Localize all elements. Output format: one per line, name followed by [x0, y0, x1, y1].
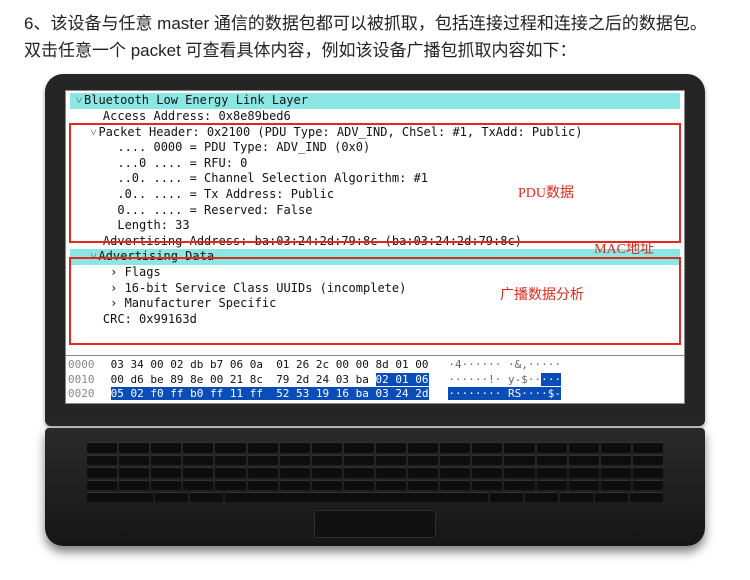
annotation-pdu: PDU数据 — [518, 185, 574, 203]
hex-dump-pane: 0000 03 34 00 02 db b7 06 0a 01 26 2c 00… — [66, 355, 684, 403]
annotation-bcast: 广播数据分析 — [500, 287, 584, 305]
annotation-mac: MAC地址 — [594, 241, 654, 259]
hex-row-1[interactable]: 0010 00 d6 be 89 8e 00 21 8c 79 2d 24 03… — [68, 373, 682, 387]
field-pdu-type[interactable]: .... 0000 = PDU Type: ADV_IND (0x0) — [70, 140, 680, 156]
field-manufacturer[interactable]: › Manufacturer Specific — [70, 296, 680, 312]
hex-row-0[interactable]: 0000 03 34 00 02 db b7 06 0a 01 26 2c 00… — [68, 358, 682, 372]
field-access-address[interactable]: Access Address: 0x8e89bed6 — [70, 109, 680, 125]
packet-detail-pane: ˅Bluetooth Low Energy Link Layer Access … — [65, 90, 685, 404]
caption-line-2: 双击任意一个 packet 可查看具体内容，例如该设备广播包抓取内容如下： — [24, 41, 577, 60]
field-packet-header[interactable]: ˅Packet Header: 0x2100 (PDU Type: ADV_IN… — [70, 125, 680, 141]
field-crc[interactable]: CRC: 0x99163d — [70, 312, 680, 328]
field-adv-address[interactable]: Advertising Address: ba:03:24:2d:79:8c (… — [70, 234, 680, 250]
field-adv-data[interactable]: ˅Advertising Data — [70, 249, 680, 265]
field-flags[interactable]: › Flags — [70, 265, 680, 281]
field-length[interactable]: Length: 33 — [70, 218, 680, 234]
hex-row-2[interactable]: 0020 05 02 f0 ff b0 ff 11 ff 52 53 19 16… — [68, 387, 682, 401]
tree-root[interactable]: ˅Bluetooth Low Energy Link Layer — [70, 93, 680, 109]
keyboard-illustration — [87, 442, 663, 502]
field-uuids[interactable]: › 16-bit Service Class UUIDs (incomplete… — [70, 281, 680, 297]
field-txaddr[interactable]: .0.. .... = Tx Address: Public — [70, 187, 680, 203]
field-rfu[interactable]: ...0 .... = RFU: 0 — [70, 156, 680, 172]
field-reserved[interactable]: 0... .... = Reserved: False — [70, 203, 680, 219]
trackpad-illustration — [314, 510, 436, 538]
laptop-body — [45, 428, 705, 546]
laptop-illustration: ˅Bluetooth Low Energy Link Layer Access … — [45, 74, 705, 546]
field-chsel[interactable]: ..0. .... = Channel Selection Algorithm:… — [70, 171, 680, 187]
caption-line-1: 6、该设备与任意 master 通信的数据包都可以被抓取，包括连接过程和连接之后… — [24, 14, 707, 33]
